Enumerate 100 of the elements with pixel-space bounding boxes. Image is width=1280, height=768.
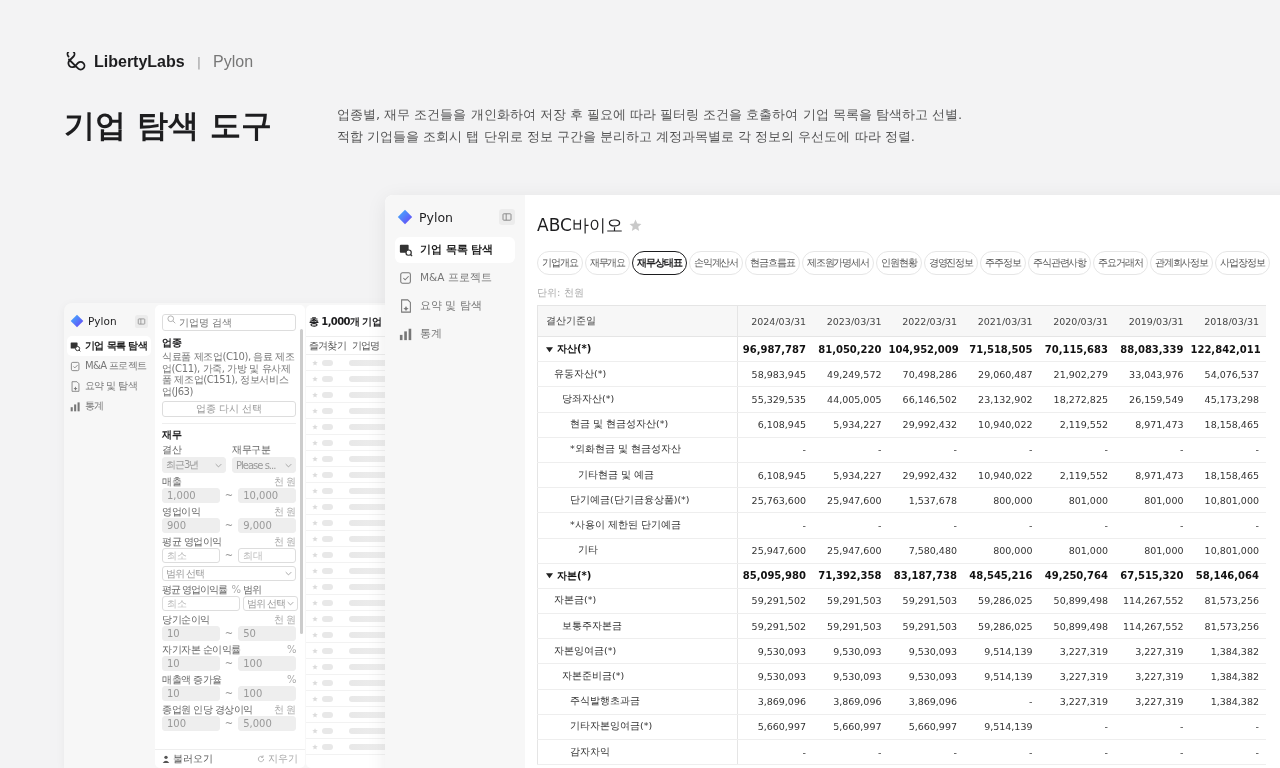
star-icon[interactable]	[312, 742, 319, 751]
table-cell: 114,267,552	[1115, 613, 1191, 639]
star-icon[interactable]	[312, 374, 319, 383]
star-icon[interactable]	[628, 218, 642, 232]
star-icon[interactable]	[312, 710, 319, 719]
range-separator: ~	[224, 688, 234, 699]
nav-item[interactable]: 기업 목록 탐색	[67, 336, 151, 356]
nav-item[interactable]: 요약 및 탐색	[67, 376, 151, 396]
star-icon[interactable]	[312, 358, 319, 367]
section-heading: 재무	[162, 429, 183, 441]
column-header: 2018/03/31	[1190, 305, 1266, 337]
nav-item[interactable]: 기업 목록 탐색	[395, 237, 515, 263]
reselect-button[interactable]: 업종 다시 선택	[162, 401, 296, 417]
sidebar-toggle-icon[interactable]	[499, 209, 515, 225]
nav-item[interactable]: 통계	[67, 396, 151, 416]
tab[interactable]: 주식관련사항	[1027, 251, 1092, 275]
nav-item[interactable]: M&A 프로젝트	[395, 265, 515, 291]
star-icon[interactable]	[312, 390, 319, 399]
chevron-icon	[285, 571, 292, 576]
clear-button[interactable]: 지우기	[257, 752, 298, 766]
star-icon[interactable]	[312, 422, 319, 431]
tab[interactable]: 관계회사정보	[1149, 251, 1214, 275]
select-field[interactable]: 범위 선택	[162, 566, 296, 581]
min-input[interactable]: 최소	[162, 596, 240, 611]
table-cell: -	[888, 739, 964, 765]
tab[interactable]: 주요거래처	[1093, 251, 1148, 275]
star-icon[interactable]	[312, 566, 319, 575]
table-cell: 50,899,498	[1039, 613, 1115, 639]
industry-list: 식료품 제조업(C10), 음료 제조업(C11), 가죽, 가방 및 유사제품 제조업(C151), 정보서비스업(J63)	[162, 351, 296, 397]
product-name: Pylon	[213, 53, 254, 71]
search-field[interactable]: 기업명 검색	[162, 314, 296, 331]
star-icon[interactable]	[312, 662, 319, 671]
brand-separator: |	[196, 54, 202, 70]
star-icon[interactable]	[312, 694, 319, 703]
tab[interactable]: 주주정보	[980, 251, 1026, 275]
star-icon[interactable]	[312, 646, 319, 655]
star-icon[interactable]	[312, 534, 319, 543]
tab[interactable]: 제조원가명세서	[801, 251, 875, 275]
row-label: 기타	[578, 544, 598, 558]
caret-icon[interactable]	[546, 572, 553, 580]
table-cell: 85,095,980	[737, 563, 813, 589]
table-cell: 45,173,298	[1190, 386, 1266, 413]
table-cell: 48,545,216	[964, 563, 1040, 589]
star-icon[interactable]	[312, 726, 319, 735]
table-cell: 10,801,000	[1190, 538, 1266, 564]
description-line: 적합 기업들을 조회시 탭 단위로 정보 구간을 분리하고 계정과목별로 각 정보의 우선도에 따라 정렬.	[337, 128, 916, 146]
star-icon[interactable]	[312, 406, 319, 415]
tab[interactable]: 기업개요	[537, 251, 583, 275]
tab[interactable]: 인원현황	[876, 251, 922, 275]
min-input[interactable]: 최소	[162, 548, 220, 563]
table-cell: 1,384,382	[1190, 638, 1266, 664]
table-cell: 10,940,022	[964, 462, 1040, 488]
star-icon[interactable]	[312, 614, 319, 623]
caret-icon[interactable]	[546, 345, 553, 353]
tab[interactable]: 경영진정보	[923, 251, 979, 275]
star-icon[interactable]	[312, 598, 319, 607]
star-icon[interactable]	[312, 438, 319, 447]
table-cell: 1,384,382	[1190, 689, 1266, 715]
star-icon[interactable]	[312, 630, 319, 639]
unit-label: 단위: 천원	[537, 286, 585, 300]
table-cell: 49,249,572	[813, 361, 889, 387]
star-icon[interactable]	[312, 550, 319, 559]
refresh-icon	[257, 755, 265, 763]
row-label: 자본(*)	[557, 568, 592, 583]
range-separator: ~	[224, 628, 234, 639]
table-cell: 2,119,552	[1039, 462, 1115, 488]
table-cell: -	[737, 512, 813, 538]
load-button[interactable]: 불러오기	[162, 752, 213, 766]
star-icon[interactable]	[312, 486, 319, 495]
table-cell: 71,392,358	[813, 563, 889, 589]
max-input[interactable]: 최대	[238, 548, 296, 563]
star-icon[interactable]	[312, 518, 319, 527]
star-icon[interactable]	[312, 454, 319, 463]
nav-item[interactable]: M&A 프로젝트	[67, 356, 151, 376]
tab[interactable]: 재무개요	[584, 251, 631, 275]
sidebar-toggle-icon[interactable]	[135, 314, 148, 328]
table-cell: 5,660,997	[813, 714, 889, 740]
unit-label: %	[231, 584, 240, 595]
tab[interactable]: 손익계산서	[688, 251, 744, 275]
document-icon	[399, 299, 413, 313]
table-cell: 50,899,498	[1039, 588, 1115, 614]
tab[interactable]: 재무상태표	[632, 251, 687, 275]
row-label: 기타현금 및 예금	[578, 468, 655, 482]
scrollbar[interactable]	[300, 329, 303, 634]
table-cell: 3,869,096	[888, 689, 964, 715]
table-cell: 26,159,549	[1115, 386, 1191, 413]
unit-label: 천 원	[274, 476, 296, 487]
star-icon[interactable]	[312, 470, 319, 479]
tab[interactable]: 사업장정보	[1215, 251, 1270, 275]
table-cell: -	[1115, 714, 1191, 740]
table-cell: 10,940,022	[964, 412, 1040, 438]
row-label: 유동자산(*)	[554, 367, 607, 381]
star-icon[interactable]	[312, 502, 319, 511]
star-icon[interactable]	[312, 678, 319, 687]
star-icon[interactable]	[312, 582, 319, 591]
field-label: 자기자본 순이익률	[162, 644, 241, 655]
tab[interactable]: 현금흐름표	[745, 251, 800, 275]
select-field[interactable]: 범위 선택	[243, 596, 299, 611]
table-cell: 58,146,064	[1190, 563, 1266, 589]
table-cell: 66,146,502	[888, 386, 964, 413]
